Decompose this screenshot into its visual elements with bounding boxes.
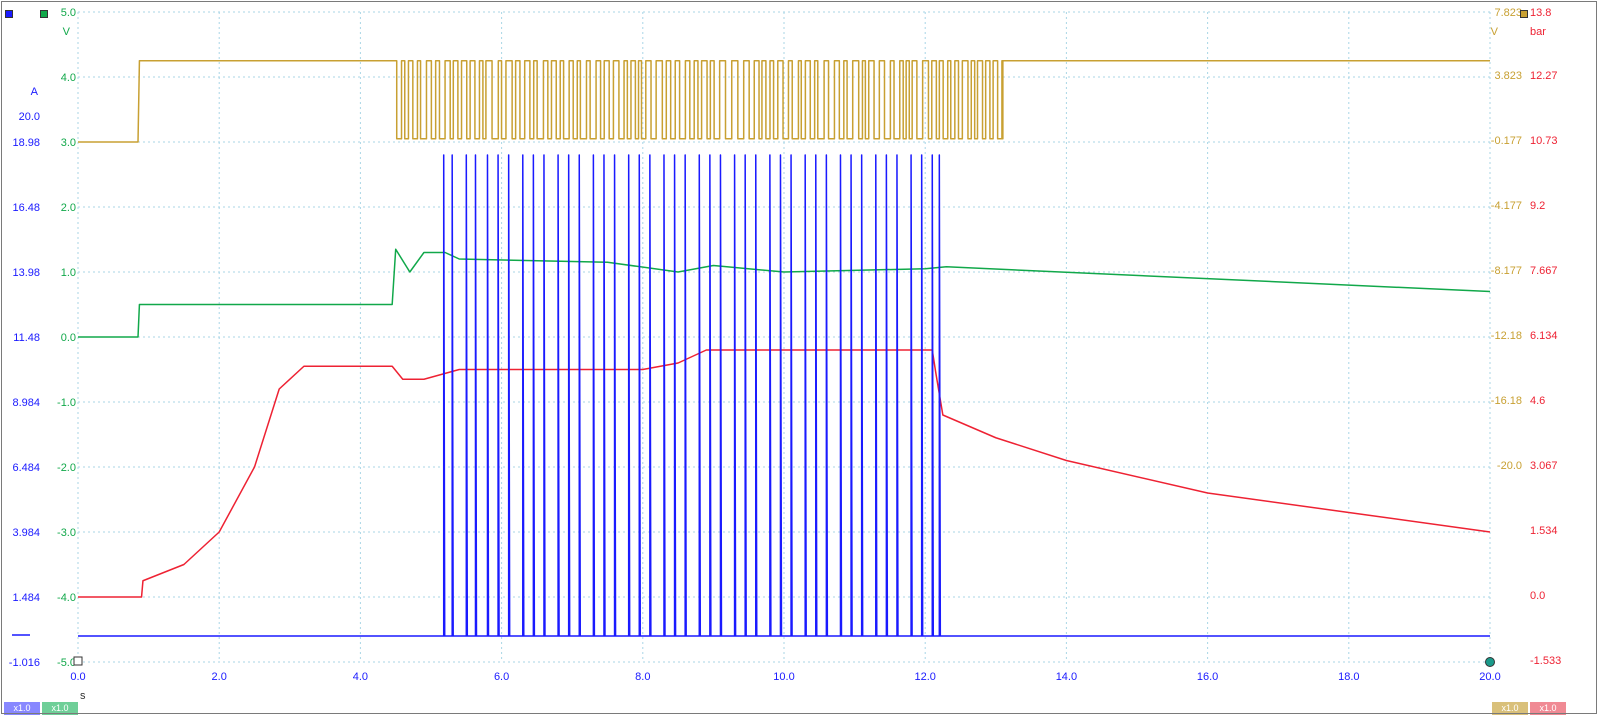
yellow-tick-label: -20.0	[1497, 460, 1522, 472]
x-tick-label: 8.0	[635, 671, 650, 683]
x-tick-label: 0.0	[70, 671, 85, 683]
x-axis-unit: s	[80, 690, 86, 702]
yellow-channel-marker[interactable]	[1520, 10, 1528, 18]
red-axis-unit: bar	[1530, 26, 1546, 38]
x-tick-label: 18.0	[1338, 671, 1359, 683]
red-tick-label: 7.667	[1530, 265, 1558, 277]
blue-tick-label: 16.48	[12, 202, 40, 214]
x-tick-label: 20.0	[1479, 671, 1500, 683]
right-cursor-marker	[1485, 657, 1495, 667]
red-tick-label: 12.27	[1530, 70, 1558, 82]
blue-scale-button[interactable]: x1.0	[4, 702, 40, 715]
blue-tick-label: 8.984	[12, 397, 40, 409]
plot-area[interactable]: 0.0 2.0 4.0 6.0 8.0 10.0 12.0 14.0 16.0 18.0 20.0 s…	[0, 0, 1600, 717]
blue-tick-label: 13.98	[12, 267, 40, 279]
x-tick-label: 12.0	[914, 671, 935, 683]
red-tick-label: 0.0	[1530, 590, 1545, 602]
green-tick-label: -5.0	[57, 657, 76, 669]
yellow-tick-label: 3.823	[1494, 70, 1522, 82]
x-tick-label: 14.0	[1056, 671, 1077, 683]
red-tick-label: 10.73	[1530, 135, 1558, 147]
x-tick-label: 2.0	[212, 671, 227, 683]
green-tick-label: 4.0	[61, 72, 76, 84]
yellow-tick-label: -12.18	[1491, 330, 1522, 342]
blue-channel-marker[interactable]	[5, 10, 13, 18]
x-tick-label: 4.0	[353, 671, 368, 683]
green-tick-label: 0.0	[61, 332, 76, 344]
green-tick-label: -1.0	[57, 397, 76, 409]
yellow-axis-unit: V	[1491, 26, 1499, 38]
blue-tick-label: 3.984	[12, 527, 40, 539]
blue-tick-label: 6.484	[12, 462, 40, 474]
left-cursor-marker	[73, 656, 83, 666]
yellow-tick-label: -0.177	[1491, 135, 1522, 147]
yellow-tick-label: -8.177	[1491, 265, 1522, 277]
red-tick-label: 3.067	[1530, 460, 1558, 472]
red-scale-button[interactable]: x1.0	[1530, 702, 1566, 715]
green-scale-button[interactable]: x1.0	[42, 702, 78, 715]
red-tick-label: 4.6	[1530, 395, 1545, 407]
oscilloscope-view: 0.0 2.0 4.0 6.0 8.0 10.0 12.0 14.0 16.0 18.0 20.0 s…	[0, 0, 1600, 717]
red-tick-label: 1.534	[1530, 525, 1558, 537]
blue-tick-label: 1.484	[12, 592, 40, 604]
red-tick-label: -1.533	[1530, 655, 1561, 667]
x-tick-label: 6.0	[494, 671, 509, 683]
x-tick-label: 16.0	[1197, 671, 1218, 683]
green-tick-label: 1.0	[61, 267, 76, 279]
yellow-tick-label: -16.18	[1491, 395, 1522, 407]
green-tick-label: 5.0	[61, 7, 76, 19]
yellow-scale-button[interactable]: x1.0	[1492, 702, 1528, 715]
red-tick-label: 13.8	[1530, 7, 1551, 19]
blue-tick-label: -1.016	[9, 657, 40, 669]
green-tick-label: -2.0	[57, 462, 76, 474]
red-tick-label: 6.134	[1530, 330, 1558, 342]
green-tick-label: 2.0	[61, 202, 76, 214]
x-tick-label: 10.0	[773, 671, 794, 683]
green-tick-label: -4.0	[57, 592, 76, 604]
green-tick-label: 3.0	[61, 137, 76, 149]
blue-axis-unit: A	[31, 86, 39, 98]
red-tick-label: 9.2	[1530, 200, 1545, 212]
blue-tick-label: 11.48	[13, 332, 40, 344]
green-axis-unit: V	[63, 26, 71, 38]
blue-tick-label: 20.0	[19, 111, 40, 123]
green-channel-marker[interactable]	[40, 10, 48, 18]
yellow-tick-label: -4.177	[1491, 200, 1522, 212]
green-tick-label: -3.0	[57, 527, 76, 539]
blue-tick-label: 18.98	[12, 137, 40, 149]
yellow-tick-label: 7.823	[1494, 7, 1522, 19]
